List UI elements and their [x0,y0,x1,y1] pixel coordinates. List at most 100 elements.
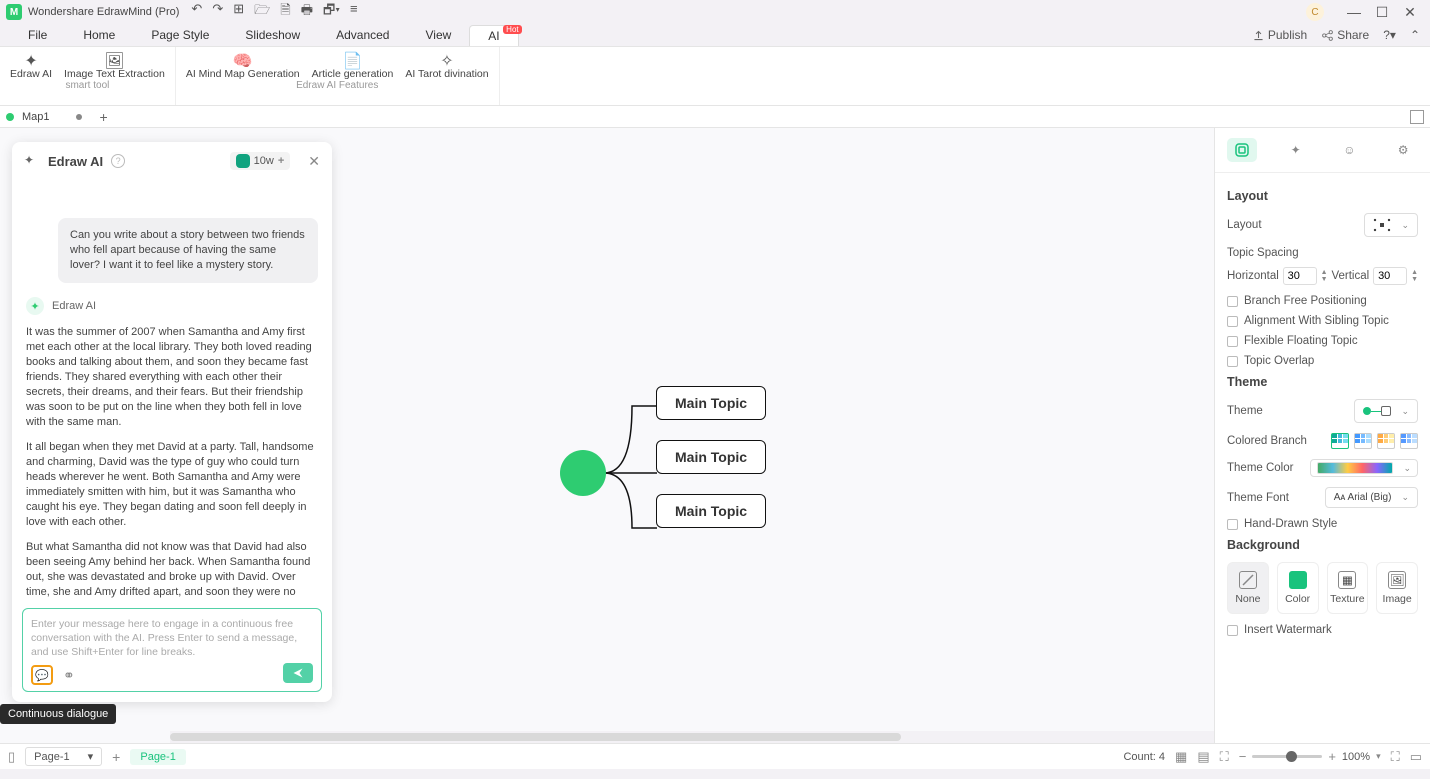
credits-value: 10w [254,155,274,167]
page-selector[interactable]: Page-1▾ [25,747,102,766]
theme-font-select[interactable]: Aᴀ Arial (Big)⌄ [1325,487,1418,508]
main-topic-2[interactable]: Main Topic [656,440,766,474]
unsaved-indicator-icon [76,114,82,120]
theme-color-select[interactable]: ⌄ [1310,459,1418,477]
minimize-button[interactable]: — [1340,4,1368,20]
fullscreen-button[interactable]: ⛶ [1391,749,1400,765]
menu-file[interactable]: File [10,25,65,45]
zoom-in-button[interactable]: + [1328,749,1336,764]
menu-advanced[interactable]: Advanced [318,25,407,45]
ai-mindmap-gen-button[interactable]: 🧠AI Mind Map Generation [180,47,306,80]
layout-select[interactable]: ⌄ [1364,213,1418,237]
help-button[interactable]: ?▾ [1383,28,1396,42]
bg-texture[interactable]: ▦Texture [1327,562,1369,614]
tab-layout[interactable] [1227,138,1257,162]
outline-button[interactable]: ▯ [8,749,15,765]
branch-swatch-2[interactable] [1354,433,1372,449]
send-button[interactable] [283,663,313,683]
label-theme-font: Theme Font [1227,492,1289,504]
chk-topic-overlap[interactable]: Topic Overlap [1227,355,1418,367]
tab-emoji[interactable]: ☺ [1334,138,1364,162]
zoom-slider[interactable] [1252,755,1322,758]
close-ai-panel-button[interactable]: ✕ [308,153,320,170]
collapse-ribbon-button[interactable]: ⌃ [1410,28,1420,42]
tab-settings[interactable]: ⚙ [1388,138,1418,162]
app-title: Wondershare EdrawMind (Pro) [28,6,179,18]
central-topic-node[interactable] [560,450,606,496]
chk-flex-float[interactable]: Flexible Floating Topic [1227,335,1418,347]
new-tab-button[interactable]: + [100,109,108,125]
ai-avatar-icon: ✦ [26,297,44,315]
ai-credits[interactable]: 10w + [230,152,291,170]
zoom-out-button[interactable]: − [1239,749,1247,764]
checkbox-icon [1227,625,1238,636]
ai-response: It was the summer of 2007 when Samantha … [22,325,318,598]
ai-help-button[interactable]: ? [111,154,125,168]
menu-page-style[interactable]: Page Style [133,25,227,45]
redo-button[interactable]: ↷ [212,1,223,23]
label-topic-spacing: Topic Spacing [1227,247,1418,259]
chevron-down-icon[interactable]: ▾ [1376,751,1381,762]
user-avatar[interactable]: C [1306,3,1324,21]
menu-ai[interactable]: AI Hot [469,25,518,46]
new-button[interactable]: ⊞ [233,1,244,23]
vertical-input[interactable] [1373,267,1407,285]
article-gen-button[interactable]: 📄Article generation [306,47,400,80]
sidepanel-tabs: ✦ ☺ ⚙ [1215,128,1430,173]
image-text-extraction-button[interactable]: 🖼Image Text Extraction [58,47,171,80]
ai-input-box[interactable]: Enter your message here to engage in a c… [22,608,322,692]
canvas-hscrollbar[interactable] [170,731,1214,743]
print-button[interactable]: 🖶 [301,1,313,23]
close-window-button[interactable]: ✕ [1396,4,1424,21]
fit-view-icon[interactable]: ⛶ [1220,749,1229,765]
ai-chat-scroll[interactable]: Can you write about a story between two … [12,180,332,598]
menu-home[interactable]: Home [65,25,133,45]
undo-button[interactable]: ↶ [191,1,202,23]
tab-style[interactable]: ✦ [1281,138,1311,162]
ai-response-p2: It all began when they met David at a pa… [26,440,314,530]
menu-view[interactable]: View [407,25,469,45]
save-button[interactable]: 🗎 [280,1,290,23]
ai-tarot-button[interactable]: ✧AI Tarot divination [399,47,494,80]
chk-branch-free[interactable]: Branch Free Positioning [1227,295,1418,307]
grid-view-icon[interactable]: ▦ [1175,749,1187,765]
add-page-button[interactable]: + [112,749,120,765]
export-button[interactable]: 🗗▾ [323,1,340,23]
add-credits-button[interactable]: + [278,155,284,167]
maximize-button[interactable]: ☐ [1368,4,1396,21]
main-topic-3[interactable]: Main Topic [656,494,766,528]
canvas[interactable]: ✦ Edraw AI ? 10w + ✕ Can you write about… [0,128,1214,743]
spinner-arrows[interactable]: ▲▼ [1321,269,1328,283]
continuous-dialogue-button[interactable]: 💬 [31,665,53,685]
hscroll-thumb[interactable] [170,733,901,741]
chevron-down-icon: ⌄ [1403,463,1411,474]
share-button[interactable]: Share [1321,28,1369,42]
branch-swatch-1[interactable] [1331,433,1349,449]
open-button[interactable]: 🗁 [254,1,270,23]
bg-image[interactable]: 🖼Image [1376,562,1418,614]
menu-slideshow[interactable]: Slideshow [227,25,318,45]
publish-button[interactable]: Publish [1252,28,1307,42]
ai-users-icon[interactable]: ⚭ [63,667,75,684]
horizontal-input[interactable] [1283,267,1317,285]
chk-watermark[interactable]: Insert Watermark [1227,624,1418,636]
branch-swatch-3[interactable] [1377,433,1395,449]
bg-none[interactable]: None [1227,562,1269,614]
list-view-icon[interactable]: ▤ [1197,749,1209,765]
horizontal-spinner[interactable]: ▲▼ [1283,267,1328,285]
active-page-tab[interactable]: Page-1 [130,749,185,765]
chk-align-sibling[interactable]: Alignment With Sibling Topic [1227,315,1418,327]
spinner-arrows[interactable]: ▲▼ [1411,269,1418,283]
bg-color[interactable]: Color [1277,562,1319,614]
presentation-button[interactable]: ▭ [1410,749,1422,765]
branch-swatch-4[interactable] [1400,433,1418,449]
toggle-side-panel-button[interactable] [1410,110,1424,124]
doc-tab-map1[interactable]: Map1 [22,111,50,123]
zoom-knob[interactable] [1286,751,1297,762]
more-button[interactable]: ≡ [350,1,358,23]
chk-hand-drawn[interactable]: Hand-Drawn Style [1227,518,1418,530]
theme-select[interactable]: ⌄ [1354,399,1418,423]
vertical-spinner[interactable]: ▲▼ [1373,267,1418,285]
edraw-ai-button[interactable]: ✦Edraw AI [4,47,58,80]
main-topic-1[interactable]: Main Topic [656,386,766,420]
